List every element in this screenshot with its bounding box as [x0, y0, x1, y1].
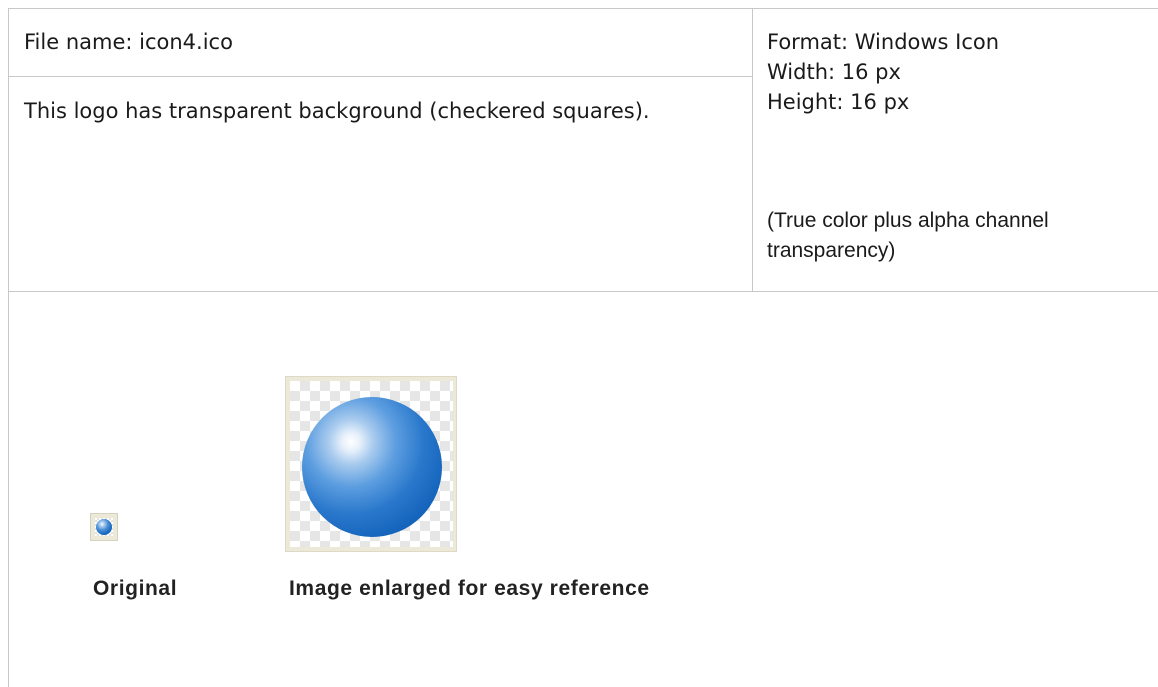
original-icon-frame — [90, 513, 118, 541]
transparency-note: (True color plus alpha channel transpare… — [767, 209, 1049, 262]
blue-sphere-icon — [96, 519, 112, 535]
table-left-border — [8, 8, 9, 687]
width-text: Width: 16 px — [767, 60, 901, 84]
checkered-background — [95, 518, 113, 536]
enlarged-icon-frame — [285, 376, 457, 552]
table-section-divider — [8, 291, 1158, 292]
original-caption: Original — [93, 577, 178, 600]
height-text: Height: 16 px — [767, 90, 910, 114]
icon-info-table: File name: icon4.ico This logo has trans… — [0, 0, 1158, 687]
table-column-divider — [752, 8, 753, 291]
table-row-divider — [8, 76, 752, 77]
blue-sphere-enlarged-icon — [302, 397, 442, 537]
checkered-background-enlarged — [290, 381, 453, 547]
description-text: This logo has transparent background (ch… — [24, 99, 650, 123]
table-top-border — [8, 8, 1158, 9]
file-name-text: File name: icon4.ico — [24, 30, 233, 54]
format-text: Format: Windows Icon — [767, 30, 1000, 54]
enlarged-caption: Image enlarged for easy reference — [289, 577, 650, 600]
